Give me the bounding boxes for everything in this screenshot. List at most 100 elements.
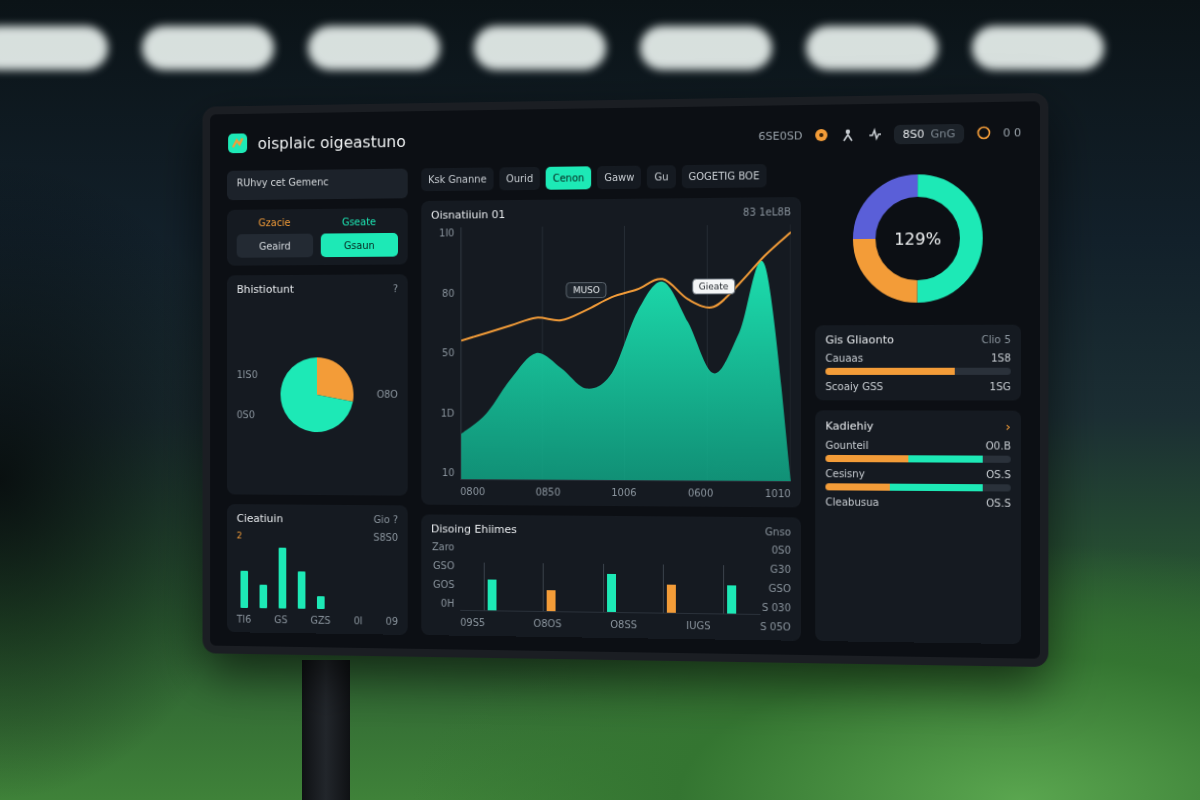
tab[interactable]: Ourid: [499, 167, 540, 190]
stat-value: OS.S: [986, 497, 1011, 508]
grid-line: [790, 224, 791, 481]
guide-line: [543, 563, 544, 611]
stat-label: Cleabusua: [825, 496, 879, 508]
bar-label: GZS: [310, 615, 330, 626]
stadium-light: [806, 26, 938, 70]
stat-label: Cauaas: [825, 353, 863, 364]
right-axis: 0S0G30GSOS 030: [767, 544, 791, 615]
center-column: Ksk Gnanne Ourid Cenon Gaww Gu GOGETIG BOE Ois…: [421, 164, 801, 641]
chart-tooltip: Gieate: [692, 279, 736, 295]
event-bar: [547, 590, 556, 611]
tab[interactable]: Cenon: [546, 166, 591, 189]
pie-chart: [277, 353, 358, 436]
arrow-icon[interactable]: ›: [1005, 419, 1010, 434]
progress-fill: [908, 455, 982, 462]
y-tick: Zaro: [432, 541, 454, 552]
donut-segment: [864, 185, 971, 292]
x-tick: 1010: [765, 488, 791, 499]
x-tick: O8SS: [610, 619, 637, 630]
donut-label: 129%: [894, 229, 941, 249]
monitor-area: oisplaic oigeastuno6SE0SD8S0GnG0 0RUhvy …: [0, 100, 1200, 800]
bar-reading: S8S0: [373, 532, 398, 543]
y-tick: GSO: [769, 583, 791, 594]
y-tick: 1I0: [439, 227, 454, 238]
y-tick: 0H: [441, 598, 455, 609]
monitor-stand: [302, 660, 350, 800]
pie-card: Bhistiotunt?1IS00S0O8O: [227, 274, 408, 495]
header-badge[interactable]: 8S0GnG: [894, 123, 963, 143]
donut-panel: 129%: [815, 161, 1021, 315]
header-end: 0 0: [1003, 126, 1021, 140]
y-tick: 10: [442, 467, 454, 478]
events-card: Disoing EhiimesGnsoZaroGSOGOS0H0S0G30GSO…: [421, 514, 801, 640]
status-icon[interactable]: [976, 126, 991, 141]
y-axis: Zaro GSO GOS 0H: [431, 541, 454, 611]
y-axis: 1I080501D10: [431, 227, 454, 480]
card-action[interactable]: Clio 5: [981, 334, 1010, 345]
event-bar: [667, 585, 676, 613]
toggle-button[interactable]: Geaird: [237, 234, 313, 258]
bar-label: Tl6: [237, 614, 252, 625]
y-tick: GSO: [433, 560, 454, 571]
pie-slice: [317, 357, 354, 401]
card-action[interactable]: Gnso: [765, 526, 791, 537]
mini-bar: [260, 585, 268, 608]
x-tick: 0800: [460, 486, 485, 497]
y-tick: G30: [770, 564, 791, 575]
help-icon[interactable]: ?: [393, 283, 398, 294]
stadium-scene: oisplaic oigeastuno6SE0SD8S0GnG0 0RUhvy …: [0, 0, 1200, 800]
donut-segment: [864, 185, 971, 292]
y-tick: GOS: [433, 579, 454, 590]
y-tick: 1D: [441, 407, 455, 418]
app-title: oisplaic oigeastuno: [258, 127, 749, 153]
activity-icon[interactable]: [868, 127, 882, 141]
bar-marker: 2: [237, 531, 242, 541]
pie-label: O8O: [377, 389, 398, 400]
x-tick: 09S5: [460, 617, 485, 628]
mini-bar: [279, 548, 287, 609]
chart-tooltip: MUSO: [566, 282, 607, 298]
guide-line: [483, 562, 484, 610]
field[interactable]: RUhvy cet Gemenc: [227, 169, 408, 201]
progress-fill: [825, 483, 889, 490]
toggle-label: Gseate: [342, 216, 376, 227]
person-icon[interactable]: [841, 128, 855, 142]
mini-bar: [317, 596, 325, 609]
chart-reading: 83 1eL8B: [743, 206, 791, 218]
card-action[interactable]: Gio ?: [374, 514, 398, 525]
tab[interactable]: Gu: [647, 165, 675, 188]
stadium-light: [972, 26, 1104, 70]
event-bar: [727, 586, 736, 614]
stat-label: Cesisny: [825, 468, 864, 479]
line-chart-card: Oisnatiiuin 0183 1eL8B1I080501D10MUSOGie…: [421, 197, 801, 507]
bar-label: 0l: [354, 615, 363, 626]
card-title: Cieatiuin: [237, 512, 283, 525]
stadium-light: [474, 26, 606, 70]
tab[interactable]: Ksk Gnanne: [421, 168, 493, 192]
guide-line: [603, 564, 604, 612]
events-chart: [460, 542, 760, 615]
y-tick: S 030: [762, 602, 791, 613]
toggle-label: Gzacie: [258, 217, 290, 228]
stadium-light: [640, 26, 772, 70]
sun-icon[interactable]: [815, 128, 829, 142]
tab[interactable]: Gaww: [597, 166, 641, 190]
right-column: 129%Gis GliaontoClio 5Cauaas1S8Scoaiy GS…: [815, 161, 1021, 644]
event-bar: [607, 574, 616, 612]
x-tick: IUGS: [686, 620, 710, 631]
stat-value: 1S8: [991, 352, 1011, 363]
pie-label: 1IS0: [237, 369, 258, 380]
guide-line: [723, 565, 724, 614]
logo-icon: [227, 132, 248, 154]
header-tools: 6SE0SD8S0GnG0 0: [759, 123, 1022, 146]
toggle-button[interactable]: Gsaun: [321, 233, 398, 257]
donut-segment: [864, 185, 971, 292]
progress-track: [825, 455, 1010, 463]
card-title: Oisnatiiuin 01: [431, 208, 505, 222]
y-tick: 80: [442, 287, 454, 298]
monitor: oisplaic oigeastuno6SE0SD8S0GnG0 0RUhvy …: [203, 93, 1049, 667]
tab[interactable]: GOGETIG BOE: [681, 164, 766, 188]
stadium-light: [308, 26, 440, 70]
stat-value: OS.S: [986, 469, 1011, 480]
mini-bar-card: CieatiuinGio ?2S8S0Tl6GSGZS0l09: [227, 504, 408, 635]
